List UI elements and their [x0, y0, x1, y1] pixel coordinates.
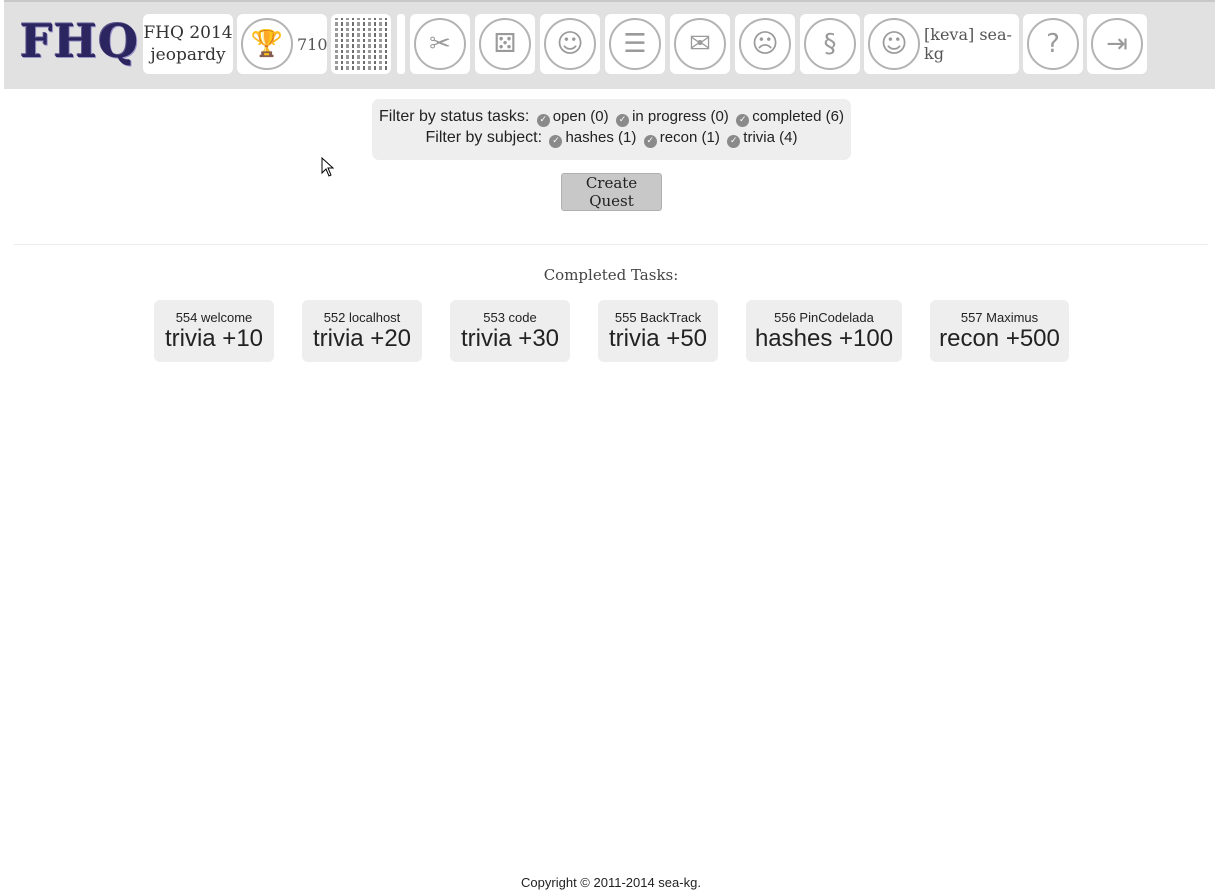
task-points: trivia +10 [164, 325, 264, 352]
person-icon: ☹ [739, 18, 791, 70]
task-card-554[interactable]: 554 welcome trivia +10 [154, 300, 274, 362]
copyright-footer: Copyright © 2011-2014 sea-kg. [521, 875, 701, 890]
dice-button[interactable]: ⚄ [475, 14, 535, 74]
task-points: trivia +50 [608, 325, 708, 352]
task-card-555[interactable]: 555 BackTrack trivia +50 [598, 300, 718, 362]
news-icon: ☰ [609, 18, 661, 70]
task-name: 552 localhost [323, 310, 401, 325]
task-points: hashes +100 [754, 325, 894, 352]
subject-filter-label: Filter by subject: [425, 129, 543, 146]
task-card-552[interactable]: 552 localhost trivia +20 [302, 300, 422, 362]
completed-tasks-heading: Completed Tasks: [543, 266, 679, 284]
task-name: 554 welcome [175, 310, 253, 325]
news-button[interactable]: ☰ [605, 14, 665, 74]
task-name: 556 PinCodelada [774, 310, 874, 325]
feedback-button[interactable]: ☺ [540, 14, 600, 74]
section-divider [14, 244, 1208, 245]
scroll-icon: § [804, 18, 856, 70]
filter-option-completed[interactable]: completed (6) [752, 108, 844, 125]
fhq-logo[interactable]: FHQ [20, 14, 139, 68]
checkbox-open[interactable]: ✓ [536, 114, 550, 127]
help-icon: ? [1027, 18, 1079, 70]
task-name: 555 BackTrack [614, 310, 702, 325]
filter-option-open[interactable]: open (0) [553, 108, 609, 125]
user-feedback-icon: ☺ [544, 18, 596, 70]
create-quest-button[interactable]: Create Quest [561, 173, 662, 211]
nav-separator [397, 14, 405, 74]
task-name: 553 code [483, 310, 537, 325]
help-button[interactable]: ? [1023, 14, 1083, 74]
task-points: recon +500 [939, 325, 1060, 352]
task-card-553[interactable]: 553 code trivia +30 [450, 300, 570, 362]
user-name: [keva] sea-kg [924, 25, 1012, 63]
score-tile[interactable]: 🏆 710 [237, 14, 328, 74]
qr-code-tile[interactable] [331, 14, 391, 74]
exit-icon: ⇥ [1091, 18, 1143, 70]
users-button[interactable]: ☹ [735, 14, 795, 74]
mailbox-icon: ✉ [674, 18, 726, 70]
logout-button[interactable]: ⇥ [1087, 14, 1147, 74]
filter-option-in-progress[interactable]: in progress (0) [632, 108, 729, 125]
game-selector[interactable]: FHQ 2014 jeopardy [143, 14, 233, 74]
qr-code-icon [335, 18, 387, 70]
user-profile-button[interactable]: ☺ [keva] sea-kg [864, 14, 1019, 74]
rules-button[interactable]: § [800, 14, 860, 74]
filter-option-trivia[interactable]: trivia (4) [743, 129, 797, 146]
status-filter-row: Filter by status tasks: ✓ open (0) ✓ in pr… [372, 106, 851, 127]
game-title: FHQ 2014 [143, 23, 233, 43]
task-points: trivia +20 [312, 325, 412, 352]
tools-button[interactable]: ✂ [410, 14, 470, 74]
checkbox-hashes[interactable]: ✓ [549, 135, 563, 148]
checkbox-trivia[interactable]: ✓ [727, 135, 741, 148]
filter-option-recon[interactable]: recon (1) [660, 129, 720, 146]
score-value: 710 [297, 34, 328, 54]
mouse-pointer-icon [321, 157, 335, 177]
trophy-icon: 🏆 [241, 18, 293, 70]
user-profile-icon: ☺ [868, 18, 920, 70]
game-type: jeopardy [150, 45, 226, 65]
top-nav-bar: FHQ FHQ 2014 jeopardy 🏆 710 ✂ ⚄ ☺ ☰ ✉ ☹ … [4, 2, 1215, 89]
task-name: 557 Maximus [960, 310, 1039, 325]
filter-panel: Filter by status tasks: ✓ open (0) ✓ in pr… [372, 99, 851, 160]
dice-icon: ⚄ [479, 18, 531, 70]
status-filter-label: Filter by status tasks: [379, 108, 530, 125]
filter-option-hashes[interactable]: hashes (1) [565, 129, 636, 146]
tools-icon: ✂ [414, 18, 466, 70]
task-points: trivia +30 [460, 325, 560, 352]
checkbox-in-progress[interactable]: ✓ [616, 114, 630, 127]
task-card-557[interactable]: 557 Maximus recon +500 [930, 300, 1069, 362]
subject-filter-row: Filter by subject: ✓ hashes (1) ✓ recon (1… [372, 127, 851, 148]
checkbox-recon[interactable]: ✓ [643, 135, 657, 148]
mailbox-button[interactable]: ✉ [670, 14, 730, 74]
checkbox-completed[interactable]: ✓ [736, 114, 750, 127]
task-card-556[interactable]: 556 PinCodelada hashes +100 [746, 300, 902, 362]
